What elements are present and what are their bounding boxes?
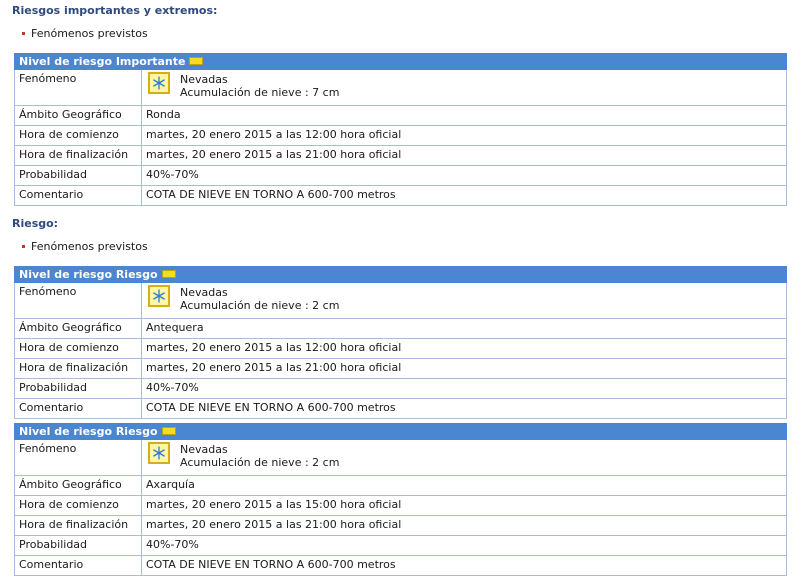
table-row: Hora de finalización martes, 20 enero 201… xyxy=(14,145,787,166)
row-value: Antequera xyxy=(141,318,787,339)
bullet-square-icon xyxy=(22,31,25,35)
yellow-level-badge-icon xyxy=(189,57,204,65)
bullet-label: Fenómenos previstos xyxy=(31,240,148,253)
table-header-row: Nivel de riesgo Importante xyxy=(14,53,787,70)
table-row: Probabilidad 40%-70% xyxy=(14,535,787,556)
table-row: Comentario COTA DE NIEVE EN TORNO A 600-7… xyxy=(14,185,787,206)
risk-level-title: Nivel de riesgo Riesgo xyxy=(19,268,158,281)
row-label: Probabilidad xyxy=(14,165,142,186)
table-row: Fenómeno Nevadas Acumulación de nieve : … xyxy=(14,69,787,106)
row-value: martes, 20 enero 2015 a las 15:00 hora o… xyxy=(141,495,787,516)
row-label: Hora de comienzo xyxy=(14,338,142,359)
phenomenon-detail: Acumulación de nieve : 7 cm xyxy=(180,86,340,99)
row-label: Probabilidad xyxy=(14,535,142,556)
row-value: 40%-70% xyxy=(141,165,787,186)
row-value: COTA DE NIEVE EN TORNO A 600-700 metros xyxy=(141,398,787,419)
bullet-item: Fenómenos previstos xyxy=(12,27,148,40)
table-row: Ámbito Geográfico Ronda xyxy=(14,105,787,126)
bullet-square-icon xyxy=(22,244,25,248)
row-value: martes, 20 enero 2015 a las 21:00 hora o… xyxy=(141,515,787,536)
row-label: Hora de comienzo xyxy=(14,125,142,146)
row-label: Hora de comienzo xyxy=(14,495,142,516)
table-header-row: Nivel de riesgo Riesgo xyxy=(14,266,787,283)
row-label: Hora de finalización xyxy=(14,515,142,536)
table-row: Ámbito Geográfico Antequera xyxy=(14,318,787,339)
row-label: Ámbito Geográfico xyxy=(14,318,142,339)
table-header-row: Nivel de riesgo Riesgo xyxy=(14,423,787,440)
risk-table: Nivel de riesgo Riesgo Fenómeno Nevadas … xyxy=(14,266,787,419)
row-label: Ámbito Geográfico xyxy=(14,105,142,126)
row-label: Fenómeno xyxy=(14,282,142,319)
row-value: martes, 20 enero 2015 a las 21:00 hora o… xyxy=(141,358,787,379)
bullet-item: Fenómenos previstos xyxy=(12,240,148,253)
table-row: Hora de comienzo martes, 20 enero 2015 a … xyxy=(14,125,787,146)
row-value: COTA DE NIEVE EN TORNO A 600-700 metros xyxy=(141,185,787,206)
row-label: Probabilidad xyxy=(14,378,142,399)
section-title: Riesgos importantes y extremos: xyxy=(12,4,218,17)
table-row: Probabilidad 40%-70% xyxy=(14,165,787,186)
section-title: Riesgo: xyxy=(12,217,59,230)
phenomenon-name: Nevadas xyxy=(180,73,228,86)
table-row: Fenómeno Nevadas Acumulación de nieve : … xyxy=(14,439,787,476)
table-row: Hora de finalización martes, 20 enero 201… xyxy=(14,515,787,536)
row-label: Comentario xyxy=(14,555,142,576)
table-row: Fenómeno Nevadas Acumulación de nieve : … xyxy=(14,282,787,319)
table-row: Comentario COTA DE NIEVE EN TORNO A 600-7… xyxy=(14,555,787,576)
table-row: Ámbito Geográfico Axarquía xyxy=(14,475,787,496)
row-value: COTA DE NIEVE EN TORNO A 600-700 metros xyxy=(141,555,787,576)
yellow-level-badge-icon xyxy=(161,270,176,278)
table-row: Hora de comienzo martes, 20 enero 2015 a … xyxy=(14,495,787,516)
row-label: Fenómeno xyxy=(14,69,142,106)
row-label: Fenómeno xyxy=(14,439,142,476)
row-label: Ámbito Geográfico xyxy=(14,475,142,496)
phenomenon-name: Nevadas xyxy=(180,286,228,299)
snowflake-icon xyxy=(148,442,170,464)
risk-table: Nivel de riesgo Importante Fenómeno Neva… xyxy=(14,53,787,206)
risk-table: Nivel de riesgo Riesgo Fenómeno Nevadas … xyxy=(14,423,787,576)
bullet-label: Fenómenos previstos xyxy=(31,27,148,40)
row-value: martes, 20 enero 2015 a las 12:00 hora o… xyxy=(141,125,787,146)
yellow-level-badge-icon xyxy=(161,427,176,435)
row-value: Axarquía xyxy=(141,475,787,496)
row-value: martes, 20 enero 2015 a las 12:00 hora o… xyxy=(141,338,787,359)
snowflake-icon xyxy=(148,72,170,94)
risk-level-title: Nivel de riesgo Importante xyxy=(19,55,186,68)
row-label: Hora de finalización xyxy=(14,145,142,166)
table-row: Comentario COTA DE NIEVE EN TORNO A 600-7… xyxy=(14,398,787,419)
phenomenon-detail: Acumulación de nieve : 2 cm xyxy=(180,299,340,312)
row-value: 40%-70% xyxy=(141,535,787,556)
phenomenon-detail: Acumulación de nieve : 2 cm xyxy=(180,456,340,469)
table-row: Probabilidad 40%-70% xyxy=(14,378,787,399)
row-value: 40%-70% xyxy=(141,378,787,399)
row-label: Comentario xyxy=(14,185,142,206)
risk-level-title: Nivel de riesgo Riesgo xyxy=(19,425,158,438)
row-label: Hora de finalización xyxy=(14,358,142,379)
table-row: Hora de finalización martes, 20 enero 201… xyxy=(14,358,787,379)
table-row: Hora de comienzo martes, 20 enero 2015 a … xyxy=(14,338,787,359)
row-value: martes, 20 enero 2015 a las 21:00 hora o… xyxy=(141,145,787,166)
row-value: Ronda xyxy=(141,105,787,126)
snowflake-icon xyxy=(148,285,170,307)
row-label: Comentario xyxy=(14,398,142,419)
phenomenon-name: Nevadas xyxy=(180,443,228,456)
